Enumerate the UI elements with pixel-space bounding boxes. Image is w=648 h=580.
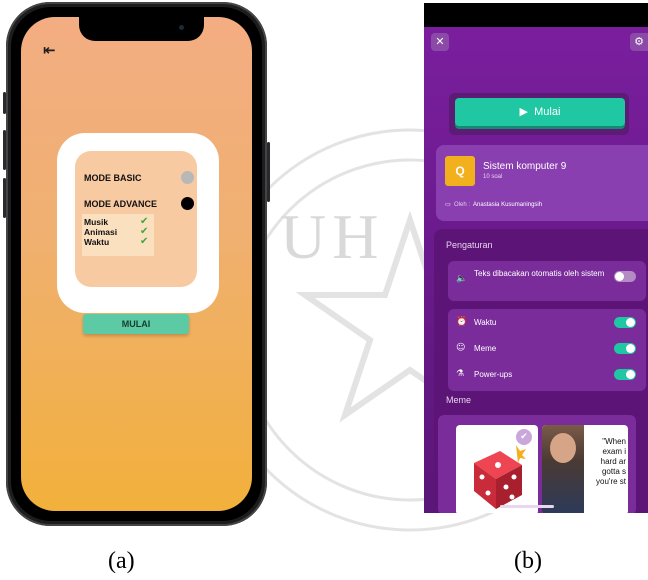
- tts-box: 🔈 Teks dibacakan otomatis oleh sistem: [448, 261, 646, 301]
- mode-advance-label[interactable]: MODE ADVANCE: [84, 199, 157, 209]
- status-bar: [424, 3, 648, 27]
- notch: [79, 17, 204, 41]
- phone-a-screen: ⇤ MODE BASIC MODE ADVANCE Musik ✔ Animasi…: [21, 17, 252, 511]
- option-animasi[interactable]: Animasi ✔: [84, 227, 148, 238]
- phone-b-screen: ✕ ⚙ ▶ Mulai Q Sistem komputer 9 10 soal …: [424, 3, 648, 513]
- quiz-card: Q Sistem komputer 9 10 soal ▭ Oleh : Ana…: [436, 145, 648, 221]
- option-musik[interactable]: Musik ✔: [84, 217, 148, 228]
- caption-a: (a): [108, 548, 135, 574]
- start-button[interactable]: MULAI: [83, 314, 189, 334]
- exit-arrow-icon[interactable]: ⇤: [43, 41, 56, 59]
- emoji-icon: ☺: [456, 343, 466, 353]
- mode-panel: MODE BASIC MODE ADVANCE Musik ✔ Animasi ✔ …: [75, 151, 197, 287]
- meme-gallery: ✔ "When exam i hard ar gotta s you're st: [438, 415, 636, 513]
- tts-toggle[interactable]: [614, 271, 636, 282]
- powerups-toggle[interactable]: [614, 369, 636, 380]
- author-icon: ▭: [445, 202, 451, 208]
- meme-caption: "When exam i hard ar gotta s you're st: [596, 437, 626, 486]
- options-box: ⏰ Waktu ☺ Meme ⚗ Power-ups: [448, 309, 646, 391]
- waktu-toggle[interactable]: [614, 317, 636, 328]
- option-waktu[interactable]: Waktu ✔: [84, 236, 149, 248]
- gear-icon[interactable]: ⚙: [630, 33, 648, 51]
- mode-basic-label[interactable]: MODE BASIC: [84, 173, 142, 183]
- selected-check-icon: ✔: [516, 429, 532, 445]
- play-icon: ▶: [519, 106, 529, 118]
- home-indicator: [500, 505, 554, 508]
- start-button[interactable]: ▶ Mulai: [455, 98, 625, 126]
- row-powerups[interactable]: ⚗ Power-ups: [456, 369, 636, 382]
- alarm-clock-icon: ⏰: [456, 317, 468, 327]
- watermark-text: UH: [280, 201, 385, 272]
- tts-row[interactable]: 🔈 Teks dibacakan otomatis oleh sistem: [456, 269, 636, 291]
- flask-icon: ⚗: [456, 369, 465, 379]
- caption-b: (b): [514, 548, 542, 574]
- phone-a: ⇤ MODE BASIC MODE ADVANCE Musik ✔ Animasi…: [3, 2, 270, 526]
- mode-card: MODE BASIC MODE ADVANCE Musik ✔ Animasi ✔ …: [57, 133, 219, 313]
- start-panel: ▶ Mulai: [449, 93, 629, 135]
- quiz-title: Sistem komputer 9: [483, 161, 567, 172]
- row-waktu[interactable]: ⏰ Waktu: [456, 317, 636, 330]
- quiz-author: ▭ Oleh : Anastasia Kusumaningsih: [445, 202, 543, 208]
- mode-advance-radio[interactable]: [181, 197, 194, 210]
- quiz-count: 10 soal: [483, 174, 503, 180]
- row-meme[interactable]: ☺ Meme: [456, 343, 636, 356]
- close-icon[interactable]: ✕: [431, 33, 449, 51]
- meme-toggle[interactable]: [614, 343, 636, 354]
- meme-card-dice[interactable]: ✔: [456, 425, 538, 513]
- meme-title: Meme: [446, 395, 472, 405]
- quiz-icon: Q: [445, 156, 475, 186]
- settings-title: Pengaturan: [446, 240, 493, 250]
- mode-basic-radio[interactable]: [181, 171, 194, 184]
- speaker-icon: 🔈: [456, 274, 468, 284]
- options-list: Musik ✔ Animasi ✔ Waktu ✔: [84, 217, 149, 248]
- check-icon: ✔: [140, 236, 149, 247]
- meme-card-exam[interactable]: "When exam i hard ar gotta s you're st: [542, 425, 628, 513]
